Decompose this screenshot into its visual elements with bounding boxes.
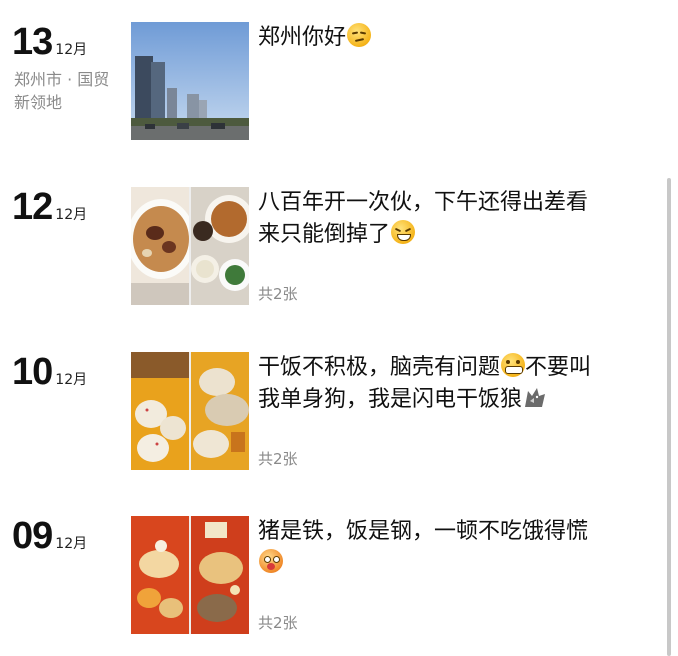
moment-post[interactable]: 13 12月 郑州市 · 国贸新领地 郑州你好 — [0, 22, 678, 152]
post-photo[interactable] — [131, 22, 249, 140]
post-month: 12月 — [55, 372, 88, 388]
moment-post[interactable]: 12 12月 八百年开一次伙，下午还得出差看来只能倒掉了 共2张 — [0, 187, 678, 305]
dishes-image — [191, 187, 249, 305]
post-day: 13 — [12, 21, 53, 63]
moment-post[interactable]: 10 12月 干饭不积极，脑壳有问题 不要叫我单身狗，我是闪电干饭狼 共2张 — [0, 352, 678, 470]
wolf-icon — [525, 388, 546, 407]
post-text-content: 八百年开一次伙，下午还得出差看来只能倒掉了 — [258, 190, 589, 247]
post-date: 10 12月 — [12, 352, 87, 392]
post-photo-grid[interactable] — [131, 352, 249, 470]
post-date: 13 12月 — [12, 22, 87, 62]
smirk-emoji — [347, 23, 372, 47]
moment-post[interactable]: 09 12月 猪是铁，饭是钢，一顿不吃饿得慌 共2张 — [0, 516, 678, 634]
post-date: 12 12月 — [12, 187, 87, 227]
squint-laugh-emoji — [391, 220, 416, 244]
post-day: 10 — [12, 351, 53, 393]
post-month: 12月 — [55, 207, 88, 223]
post-month: 12月 — [55, 42, 88, 58]
post-photo-grid[interactable] — [131, 516, 249, 634]
noodle-soup-image — [191, 516, 249, 634]
spicy-soup-image — [131, 516, 189, 634]
grimace-emoji — [501, 353, 526, 377]
dumplings-image — [131, 352, 189, 470]
fried-dumplings-image — [191, 352, 249, 470]
post-day: 09 — [12, 515, 53, 557]
photo-count: 共2张 — [258, 450, 298, 468]
post-text-content: 郑州你好 — [258, 25, 347, 50]
city-skyline-image — [131, 22, 249, 140]
post-text: 猪是铁，饭是钢，一顿不吃饿得慌 — [258, 516, 608, 580]
post-text-content: 干饭不积极，脑壳有问题 — [258, 355, 501, 380]
post-text: 郑州你好 — [258, 22, 608, 54]
post-text: 干饭不积极，脑壳有问题 不要叫我单身狗，我是闪电干饭狼 — [258, 352, 608, 416]
scrollbar[interactable] — [667, 178, 671, 656]
post-photo-grid[interactable] — [131, 187, 249, 305]
post-month: 12月 — [55, 536, 88, 552]
photo-count: 共2张 — [258, 614, 298, 632]
post-location[interactable]: 郑州市 · 国贸新领地 — [14, 68, 122, 114]
post-text-content: 猪是铁，饭是钢，一顿不吃饿得慌 — [258, 519, 589, 544]
post-day: 12 — [12, 186, 53, 228]
post-text: 八百年开一次伙，下午还得出差看来只能倒掉了 — [258, 187, 608, 251]
photo-count: 共2张 — [258, 285, 298, 303]
post-date: 09 12月 — [12, 516, 87, 556]
soup-bowl-image — [131, 187, 189, 305]
shocked-tongue-emoji — [259, 549, 283, 573]
